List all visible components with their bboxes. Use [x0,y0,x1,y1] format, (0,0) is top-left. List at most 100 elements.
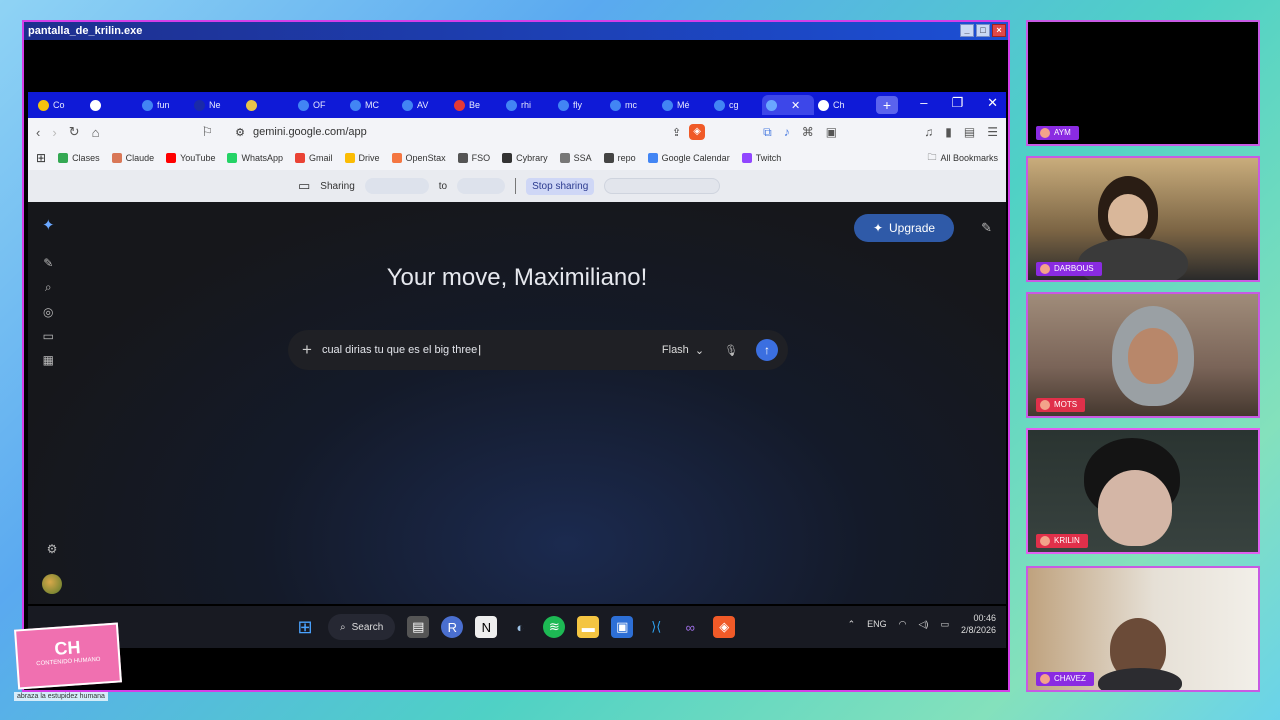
tab-favicon-icon [90,99,101,111]
menu-icon[interactable]: ☰ [987,125,998,139]
tab[interactable]: mc [606,95,658,115]
steam-icon[interactable]: ◐ [509,616,531,638]
file-icon[interactable]: ▤ [407,616,430,638]
bookmark-item[interactable]: WhatsApp [227,153,283,163]
notion-icon[interactable]: N [475,616,498,638]
bookmark-icon[interactable]: ⚐ [201,124,213,140]
vscode-icon[interactable]: ⟩⟨ [645,616,667,638]
stop-sharing-button[interactable]: Stop sharing [526,177,595,195]
wifi-icon[interactable]: ◠ [899,619,907,630]
bookmark-item[interactable]: Twitch [741,153,781,163]
tab[interactable]: fly [554,95,606,115]
bookmark-item[interactable]: Clases [58,153,100,163]
chevron-down-icon: ⌄ [694,344,705,357]
home-icon[interactable]: ⌂ [92,125,100,140]
bookmark-item[interactable]: Claude [111,153,154,163]
close-tab-icon[interactable]: ✕ [791,99,800,112]
bookmark-item[interactable]: Gmail [295,153,333,163]
gems-icon[interactable]: ◎ [43,305,53,319]
tab[interactable]: Co [34,95,86,115]
gemini-spark-icon[interactable]: ✦ [42,216,55,234]
tab-strip: Co fun Ne OF MC AV Be rhi fly mc Mé cg ✕ Ch + – ❐ ✕ [28,92,1006,118]
back-icon[interactable]: ‹ [36,125,40,140]
tab[interactable] [242,95,294,115]
app-blue-icon[interactable]: ▣ [611,616,634,638]
hide-button[interactable] [604,178,721,194]
maximize-button[interactable]: □ [976,24,990,37]
tab[interactable]: AV [398,95,450,115]
tab[interactable]: fun [138,95,190,115]
audio-icon[interactable]: ♪ [784,125,790,140]
site-settings-icon[interactable]: ⚙ [235,126,245,139]
media-icon[interactable]: ♫ [924,125,933,139]
minimize-icon[interactable]: – [920,95,927,111]
chevron-up-icon[interactable]: ⌃ [848,619,856,630]
tab[interactable]: Be [450,95,502,115]
bookmark-item[interactable]: SSA [559,153,592,163]
new-tab-button[interactable]: + [876,96,898,114]
avatar[interactable] [42,574,62,594]
tab[interactable]: OF [294,95,346,115]
bookmark-item[interactable]: repo [603,153,636,163]
battery-icon[interactable]: ▭ [940,619,949,630]
screenshot-icon[interactable]: ▣ [826,125,837,140]
library-icon[interactable]: ▭ [43,329,54,343]
bookmark-item[interactable]: Google Calendar [647,153,730,163]
bookmark-item[interactable]: Cybrary [502,153,548,163]
app-r-icon[interactable]: R [441,616,464,638]
upgrade-button[interactable]: ✦ Upgrade [854,214,954,242]
send-button[interactable]: ↑ [756,339,778,361]
tab[interactable]: MC [346,95,398,115]
bookmark-item[interactable]: OpenStax [391,153,446,163]
browser-toolbar: ‹ › ↻ ⌂ ⚐ ⚙ gemini.google.com/app ⇪ ◈ ⧉ … [28,118,1006,146]
prompt-input[interactable]: + cual dirias tu que es el big three Fla… [288,330,788,370]
bookmark-favicon-icon [457,153,468,163]
bookmark-favicon-icon [111,153,122,163]
tab[interactable]: rhi [502,95,554,115]
settings-gear-icon[interactable]: ⚙ [47,542,58,556]
apps-grid-icon[interactable]: ▦ [43,353,54,367]
bookmark-favicon-icon [391,153,402,163]
wallet-icon[interactable]: ▤ [964,125,975,139]
language-indicator[interactable]: ENG [867,619,887,629]
tab-label: fun [157,100,170,110]
microphone-icon[interactable]: 🎙︎ [724,344,738,357]
bookmark-favicon-icon [227,153,238,163]
windows-start-icon[interactable]: ⊞ [294,616,316,638]
tab-active[interactable]: ✕ [762,95,814,115]
tab[interactable]: cg [710,95,762,115]
spotify-icon[interactable]: ≋ [543,616,566,638]
close-button[interactable]: × [992,24,1006,37]
translate-icon[interactable]: ⧉ [763,125,772,140]
tab[interactable]: Ne [190,95,242,115]
add-attachment-icon[interactable]: + [302,340,312,360]
brave-shield-icon[interactable]: ◈ [689,124,706,140]
taskbar-search[interactable]: ⌕ Search [328,614,396,640]
folder-icon[interactable]: ▬ [577,616,600,638]
all-bookmarks-button[interactable]: 🗀 All Bookmarks [927,150,998,166]
model-selector[interactable]: Flash ⌄ [662,344,704,357]
volume-icon[interactable]: ◁) [919,619,929,630]
visual-studio-icon[interactable]: ∞ [679,616,701,638]
window-titlebar[interactable]: pantalla_de_krilin.exe _ □ × [24,22,1008,40]
tab[interactable]: Ch [814,95,866,115]
address-bar[interactable]: ⚙ gemini.google.com/app ⇪ ◈ [225,121,716,143]
tab[interactable] [86,95,138,115]
clock[interactable]: 00:46 2/8/2026 [961,612,996,636]
restore-icon[interactable]: ❐ [951,95,963,111]
tab[interactable]: Mé [658,95,710,115]
share-icon[interactable]: ⇪ [672,126,681,139]
minimize-button[interactable]: _ [960,24,974,37]
reload-icon[interactable]: ↻ [69,124,80,140]
forward-icon[interactable]: › [52,125,56,140]
bookmark-item[interactable]: Drive [344,153,380,163]
sidebar-icon[interactable]: ▮ [945,125,952,139]
extensions-icon[interactable]: ⌘ [802,125,814,140]
apps-icon[interactable]: ⊞ [36,151,46,165]
edit-icon[interactable]: ✎ [981,220,992,236]
brave-icon[interactable]: ◈ [713,616,736,638]
bookmark-item[interactable]: YouTube [166,153,215,163]
bookmark-item[interactable]: FSO [457,153,490,163]
close-icon[interactable]: ✕ [987,95,998,111]
prompt-text[interactable]: cual dirias tu que es el big three [322,344,652,356]
